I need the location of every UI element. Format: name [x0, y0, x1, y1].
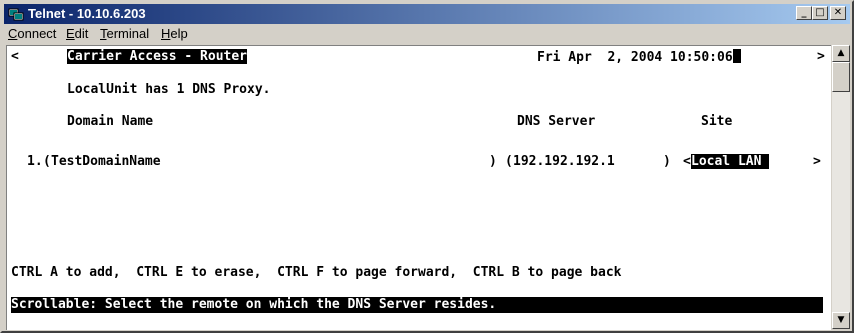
vertical-scrollbar[interactable]: ▲ ▼ — [832, 45, 850, 329]
status-line: Scrollable: Select the remote on which t… — [11, 297, 823, 313]
row-dns-open: ( — [505, 154, 513, 169]
domain-name-field[interactable]: TestDomainName — [51, 154, 161, 170]
minimize-button[interactable]: _ — [796, 6, 812, 20]
header-title: Carrier Access - Router — [67, 49, 248, 64]
terminal-cursor — [732, 49, 741, 63]
help-line: CTRL A to add, CTRL E to erase, CTRL F t… — [11, 265, 622, 280]
scroll-down-button[interactable]: ▼ — [832, 312, 850, 329]
scroll-thumb[interactable] — [832, 62, 850, 92]
dns-server-field[interactable]: 192.192.192.1 — [513, 154, 615, 170]
row-index: 1. — [27, 154, 43, 169]
menu-edit[interactable]: Edit — [66, 26, 88, 41]
menu-help[interactable]: Help — [161, 26, 188, 41]
datetime-display: Fri Apr 2, 2004 10:50:06 — [537, 49, 741, 66]
proxy-info: LocalUnit has 1 DNS Proxy. — [67, 82, 271, 97]
column-header-domain: Domain Name — [67, 114, 154, 129]
right-scroll-arrow: > — [817, 49, 825, 64]
row-site-close: > — [813, 154, 821, 169]
menu-bar: Connect Edit Terminal Help — [4, 25, 850, 43]
terminal-screen[interactable]: < Carrier Access - Router Fri Apr 2, 200… — [6, 45, 831, 330]
telnet-window: Telnet - 10.10.6.203 _ □ ✕ Connect Edit … — [0, 0, 854, 333]
scroll-up-button[interactable]: ▲ — [832, 45, 850, 62]
column-header-dns: DNS Server — [517, 114, 596, 129]
title-bar[interactable]: Telnet - 10.10.6.203 _ □ ✕ — [4, 4, 850, 24]
close-button[interactable]: ✕ — [830, 6, 846, 20]
row-dns-close: ) — [663, 154, 671, 169]
window-title: Telnet - 10.10.6.203 — [28, 6, 146, 21]
telnet-app-icon — [8, 8, 24, 21]
menu-terminal[interactable]: Terminal — [100, 26, 149, 41]
menu-connect[interactable]: Connect — [8, 26, 56, 41]
row-domain-open: ( — [43, 154, 51, 169]
maximize-button[interactable]: □ — [812, 6, 828, 20]
row-domain-close: ) — [489, 154, 497, 169]
left-scroll-arrow: < — [11, 49, 19, 64]
row-site-open: < — [683, 154, 691, 169]
site-selector[interactable]: Local LAN — [691, 154, 770, 170]
column-header-site: Site — [701, 114, 733, 129]
